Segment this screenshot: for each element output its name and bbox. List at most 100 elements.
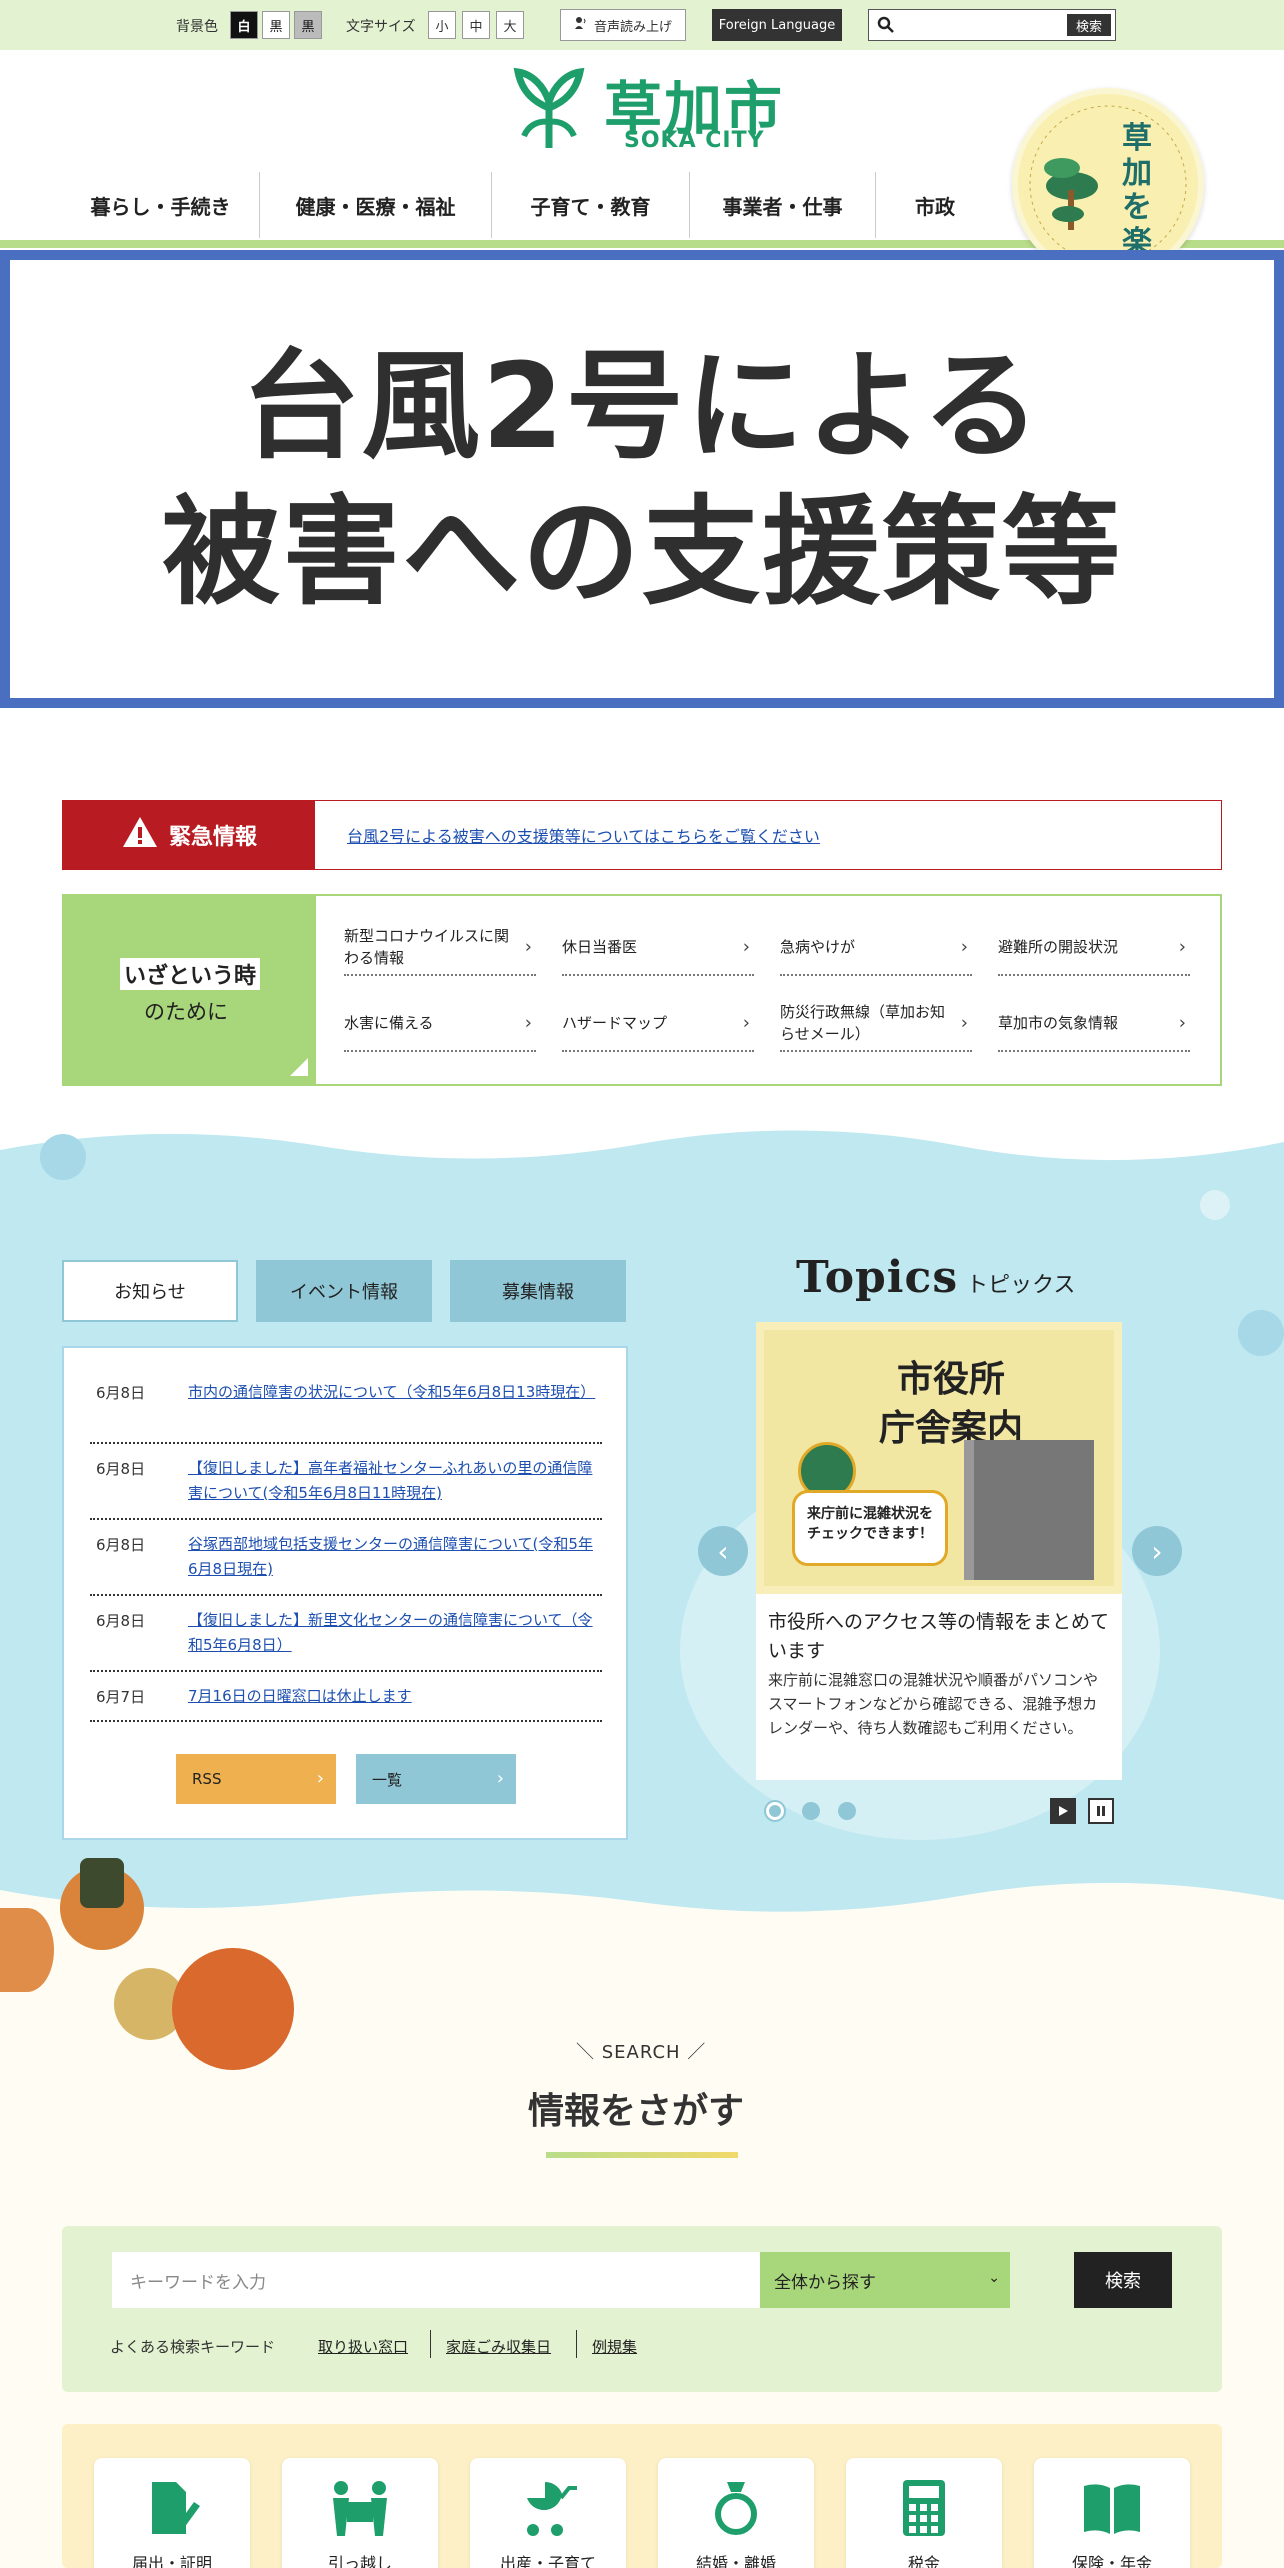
hero-banner[interactable]: 台風2号による 被害への支援策等 [0,250,1284,708]
rice-cracker-image [172,1948,294,2070]
list-button[interactable]: 一覧 › [356,1754,516,1804]
play-button[interactable] [1050,1798,1076,1824]
topics-title-jp: トピックス [966,1273,1076,1298]
category-marriage[interactable]: 結婚・離婚 [658,2458,814,2568]
tab-events[interactable]: イベント情報 [256,1260,432,1322]
chevron-right-icon: › [1178,1012,1186,1034]
category-label: 出産・子育て [499,2554,596,2568]
bg-gray-button[interactable]: 黒 [294,11,322,39]
list-item[interactable]: 6月8日 【復旧しました】高年者福祉センターふれあいの里の通信障害について(令和… [90,1450,602,1520]
speech-button[interactable]: 音声読み上げ [560,9,686,41]
calculator-icon [901,2478,947,2542]
font-size-label: 文字サイズ [346,19,416,35]
pause-icon [1097,1806,1105,1816]
chevron-right-icon: › [524,1012,532,1034]
category-label: 届出・証明 [131,2554,212,2568]
link-weather[interactable]: 草加市の気象情報 › [998,996,1190,1052]
search-heading: 情報をさがす [528,2091,745,2132]
category-label: 結婚・離婚 [695,2554,776,2568]
keyword-link[interactable]: 家庭ごみ収集日 [446,2336,551,2357]
list-item[interactable]: 6月8日 谷塚西部地域包括支援センターの通信障害について(令和5年6月8日現在) [90,1526,602,1596]
carousel-dot-2[interactable] [802,1802,820,1820]
news-link[interactable]: 【復旧しました】新里文化センターの通信障害について（令和5年6月8日） [188,1608,598,1658]
list-item[interactable]: 6月8日 【復旧しました】新里文化センターの通信障害について（令和5年6月8日） [90,1602,602,1672]
ring-icon [711,2478,761,2542]
search-button[interactable]: 検索 [1074,2252,1172,2308]
news-date: 6月8日 [96,1612,146,1630]
divider [430,2330,431,2358]
font-small-button[interactable]: 小 [428,11,456,39]
category-childbirth[interactable]: 出産・子育て [470,2458,626,2568]
tab-recruit[interactable]: 募集情報 [450,1260,626,1322]
search-scope-value: 全体から探す [774,2272,876,2293]
foreign-language-button[interactable]: Foreign Language [712,9,842,41]
chevron-right-icon: › [496,1768,504,1789]
news-date: 6月8日 [96,1536,146,1554]
news-link[interactable]: 【復旧しました】高年者福祉センターふれあいの里の通信障害について(令和5年6月8… [188,1456,598,1506]
category-notification[interactable]: 届出・証明 [94,2458,250,2568]
nav-childcare[interactable]: 子育て・教育 [492,172,690,238]
topic-description: 来庁前に混雑窓口の混雑状況や順番がパソコンやスマートフォンなどから確認できる、混… [768,1671,1099,1737]
tab-news[interactable]: お知らせ [62,1260,238,1322]
search-label-en-text: SEARCH [601,2042,681,2063]
link-covid[interactable]: 新型コロナウイルスに関わる情報 › [344,920,536,976]
nav-living[interactable]: 暮らし・手続き [62,172,260,238]
bg-white-button[interactable]: 白 [230,11,258,39]
chevron-right-icon: › [742,1012,750,1034]
rss-label: RSS [192,1770,222,1788]
search-heading-underline [546,2152,738,2158]
font-medium-button[interactable]: 中 [462,11,490,39]
rss-button[interactable]: RSS › [176,1754,336,1804]
link-label: 草加市の気象情報 [998,1013,1119,1032]
keyword-link[interactable]: 取り扱い窓口 [318,2336,408,2357]
link-radio[interactable]: 防災行政無線（草加お知らせメール） › [780,996,972,1052]
stroller-icon [517,2478,579,2542]
building-image [964,1440,1094,1580]
news-link[interactable]: 谷塚西部地域包括支援センターの通信障害について(令和5年6月8日現在) [188,1532,598,1582]
carousel-next-button[interactable]: › [1132,1526,1182,1576]
emergency-link[interactable]: 台風2号による被害への支援策等についてはこちらをご覧ください [347,823,820,847]
topic-card[interactable]: 市役所 庁舎案内 来庁前に混雑状況を チェックできます！ 市役所へのアクセス等の… [756,1322,1122,1780]
emergency-info: 緊急情報 台風2号による被害への支援策等についてはこちらをご覧ください [62,800,1222,870]
carousel-dot-1[interactable] [764,1800,786,1822]
nav-health[interactable]: 健康・医療・福祉 [260,172,492,238]
divider [576,2330,577,2358]
corner-icon [290,1058,308,1076]
book-icon [1080,2478,1144,2542]
site-logo[interactable]: 草加市 SOKA CITY [504,62,784,156]
nav-city-admin[interactable]: 市政 [876,172,994,238]
category-moving[interactable]: 引っ越し [282,2458,438,2568]
list-item[interactable]: 6月8日 市内の通信障害の状況について（令和5年6月8日13時現在） [90,1374,602,1444]
chevron-right-icon: › [1151,1534,1163,1568]
chevron-right-icon: › [1178,936,1186,958]
top-search-button[interactable]: 検索 [1067,14,1111,36]
link-holiday-doctor[interactable]: 休日当番医 › [562,920,754,976]
category-insurance[interactable]: 保険・年金 [1034,2458,1190,2568]
list-item[interactable]: 6月7日 7月16日の日曜窓口は休止します [90,1678,602,1722]
topic-image-bubble: 来庁前に混雑状況を チェックできます！ [792,1490,948,1566]
link-emergency-illness[interactable]: 急病やけが › [780,920,972,976]
logo-english: SOKA CITY [624,128,765,153]
play-icon [1059,1806,1068,1816]
utility-bar: 背景色 白 黒 黒 文字サイズ 小 中 大 音声読み上げ Foreign Lan… [0,0,1284,50]
bg-black-button[interactable]: 黒 [262,11,290,39]
link-label: 避難所の開設状況 [998,937,1119,956]
link-shelters[interactable]: 避難所の開設状況 › [998,920,1190,976]
disaster-title-1: いざという時 [120,958,261,990]
chevron-right-icon: › [316,1768,324,1789]
font-large-button[interactable]: 大 [496,11,524,39]
nav-business[interactable]: 事業者・仕事 [690,172,876,238]
search-scope-select[interactable]: 全体から探す ⌄ [760,2252,1010,2308]
top-search[interactable]: 検索 [868,9,1116,41]
search-box: キーワードを入力 [62,2226,1222,2392]
category-tax[interactable]: 税金 [846,2458,1002,2568]
news-link[interactable]: 7月16日の日曜窓口は休止します [188,1684,598,1709]
carousel-prev-button[interactable]: ‹ [698,1526,748,1576]
carousel-dot-3[interactable] [838,1802,856,1820]
link-flood[interactable]: 水害に備える › [344,996,536,1052]
link-hazard-map[interactable]: ハザードマップ › [562,996,754,1052]
news-date: 6月8日 [96,1384,146,1402]
keyword-link[interactable]: 例規集 [592,2336,637,2357]
pause-button[interactable] [1088,1798,1114,1824]
news-link[interactable]: 市内の通信障害の状況について（令和5年6月8日13時現在） [188,1380,598,1405]
